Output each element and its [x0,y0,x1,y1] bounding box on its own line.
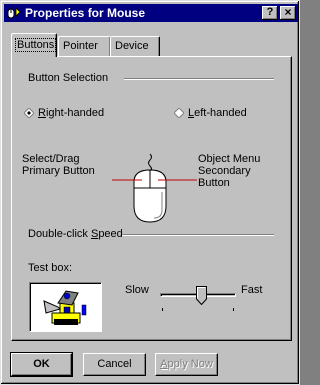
double-click-speed-label: Double-click Speed [28,228,123,240]
left-handed-label: Left-handed [188,107,247,119]
double-click-speed-slider[interactable] [160,285,236,315]
primary-button-label: Select/Drag Primary Button [22,153,95,177]
tab-buttons[interactable]: Buttons [11,33,57,57]
fast-label: Fast [241,284,263,296]
slider-tick-min [162,308,163,311]
slider-tick-max [233,308,234,311]
mouse-illustration [112,153,197,223]
help-icon[interactable]: ? [262,6,278,20]
tab-device[interactable]: Device [110,36,160,57]
secondary-button-label-line3: Button [198,177,230,189]
right-handed-radio[interactable]: Right-handed [24,107,104,119]
left-handed-radio[interactable]: Left-handed [174,107,247,119]
button-selection-divider [124,78,274,80]
window-title: Properties for Mouse [25,6,146,20]
buttons-tab-panel: Button Selection Right-handed Left-hande… [11,56,292,341]
double-click-speed-prefix: Double-click [28,228,91,240]
left-handed-rest: eft-handed [194,107,247,119]
secondary-button-label-line2: Secondary [198,165,251,177]
mouse-setup-icon [6,5,22,21]
apply-now-button[interactable]: Apply Now [155,353,218,376]
ok-button[interactable]: OK [10,352,73,377]
secondary-button-label-line1: Object Menu [198,153,261,165]
primary-button-label-line1: Select/Drag [22,153,80,165]
button-selection-label: Button Selection [28,72,109,84]
tab-device-label: Device [115,40,149,52]
apply-rest: pply Now [167,358,213,370]
jack-in-the-box-icon [43,290,87,325]
test-box-label: Test box: [28,262,73,274]
right-handed-label: Right-handed [38,107,104,119]
close-icon[interactable]: × [280,6,296,20]
radio-diamond-icon [24,108,34,118]
tab-pointer-label: Pointer [63,40,98,52]
apply-accel: A [160,358,168,370]
primary-button-label-line2: Primary Button [22,165,95,177]
right-handed-accel: R [38,107,46,119]
cancel-button[interactable]: Cancel [83,353,146,376]
double-click-speed-rest: peed [98,228,123,240]
title-bar[interactable]: Properties for Mouse ? × [4,4,298,22]
mouse-properties-window: Properties for Mouse ? × Buttons Pointer… [0,0,300,385]
radio-diamond-icon [174,108,184,118]
right-handed-rest: ight-handed [45,107,105,119]
tab-buttons-label: Buttons [14,38,57,52]
secondary-button-label: Object Menu Secondary Button [198,153,260,189]
tab-pointer[interactable]: Pointer [58,36,111,57]
slow-label: Slow [125,284,149,296]
slider-thumb-icon[interactable] [196,286,207,306]
double-click-divider [122,234,274,236]
test-box[interactable] [29,282,102,332]
